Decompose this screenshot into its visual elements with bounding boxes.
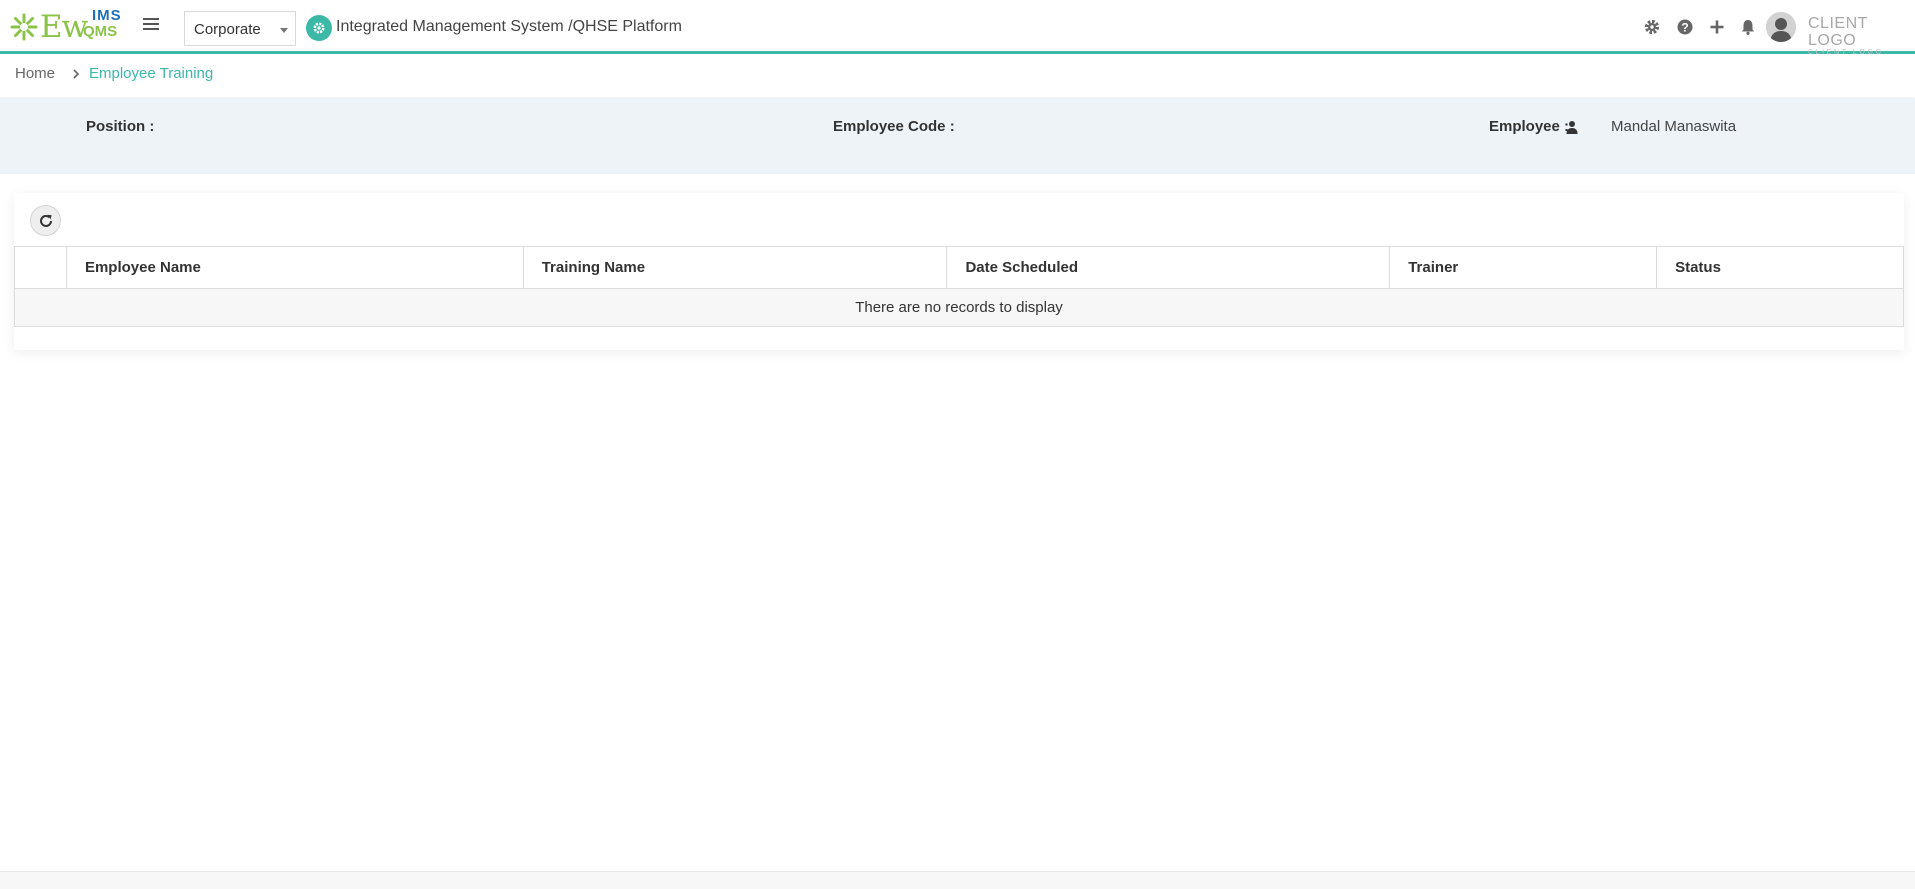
employee-name-value: Mandal Manaswita xyxy=(1611,118,1737,135)
client-logo-text: CLIENT LOGO xyxy=(1808,15,1868,49)
organization-select[interactable]: Corporate xyxy=(184,11,296,46)
training-grid-card: Employee Name Training Name Date Schedul… xyxy=(14,193,1904,350)
organization-select-value: Corporate xyxy=(194,21,261,38)
table-empty-row: There are no records to display xyxy=(14,288,1904,327)
logo-text-qms: QMS xyxy=(83,23,118,40)
user-icon xyxy=(1566,121,1578,134)
position-label: Position : xyxy=(86,118,155,135)
footer-bar xyxy=(0,871,1915,889)
column-header-date-scheduled[interactable]: Date Scheduled xyxy=(946,246,1391,289)
refresh-button[interactable] xyxy=(30,205,61,236)
menu-toggle-icon[interactable] xyxy=(143,18,159,32)
user-avatar[interactable] xyxy=(1766,12,1796,42)
caret-down-icon xyxy=(280,28,288,33)
client-logo-subtext: CLIENT LOGO xyxy=(1808,49,1884,56)
breadcrumb-home[interactable]: Home xyxy=(15,65,55,82)
sunburst-icon xyxy=(10,13,38,41)
employee-label: Employee : xyxy=(1489,118,1570,135)
logo-text-ew: Ew xyxy=(40,9,88,45)
avatar-icon xyxy=(1766,12,1796,42)
column-header-status[interactable]: Status xyxy=(1656,246,1904,289)
app-title: Integrated Management System /QHSE Platf… xyxy=(336,18,682,35)
gear-icon[interactable] xyxy=(1642,17,1662,37)
column-header-trainer[interactable]: Trainer xyxy=(1389,246,1658,289)
cog-badge-icon xyxy=(306,15,332,41)
select-column-header[interactable] xyxy=(14,246,67,289)
ewqms-logo[interactable]: Ew IMS QMS xyxy=(10,6,128,44)
svg-text:?: ? xyxy=(1681,21,1688,35)
employee-info-panel: Position : Employee Code : Employee : Ma… xyxy=(0,98,1915,174)
employee-code-label: Employee Code : xyxy=(833,118,955,135)
bell-icon[interactable] xyxy=(1738,17,1758,37)
table-header-row: Employee Name Training Name Date Schedul… xyxy=(14,246,1904,289)
column-header-training-name[interactable]: Training Name xyxy=(522,246,948,289)
column-header-employee-name[interactable]: Employee Name xyxy=(65,246,524,289)
top-navbar: Ew IMS QMS Corporate Integrated Manageme… xyxy=(0,0,1915,56)
breadcrumb-current[interactable]: Employee Training xyxy=(89,65,213,82)
help-icon[interactable]: ? xyxy=(1675,17,1695,37)
plus-icon[interactable] xyxy=(1707,17,1727,37)
refresh-icon xyxy=(40,214,52,227)
breadcrumb: Home Employee Training xyxy=(0,57,1915,97)
training-table: Employee Name Training Name Date Schedul… xyxy=(14,246,1904,327)
chevron-right-icon xyxy=(73,69,80,79)
no-records-message: There are no records to display xyxy=(14,288,1904,327)
logo-text-ims: IMS xyxy=(92,7,122,24)
client-logo: CLIENT LOGO CLIENT LOGO xyxy=(1808,15,1904,56)
